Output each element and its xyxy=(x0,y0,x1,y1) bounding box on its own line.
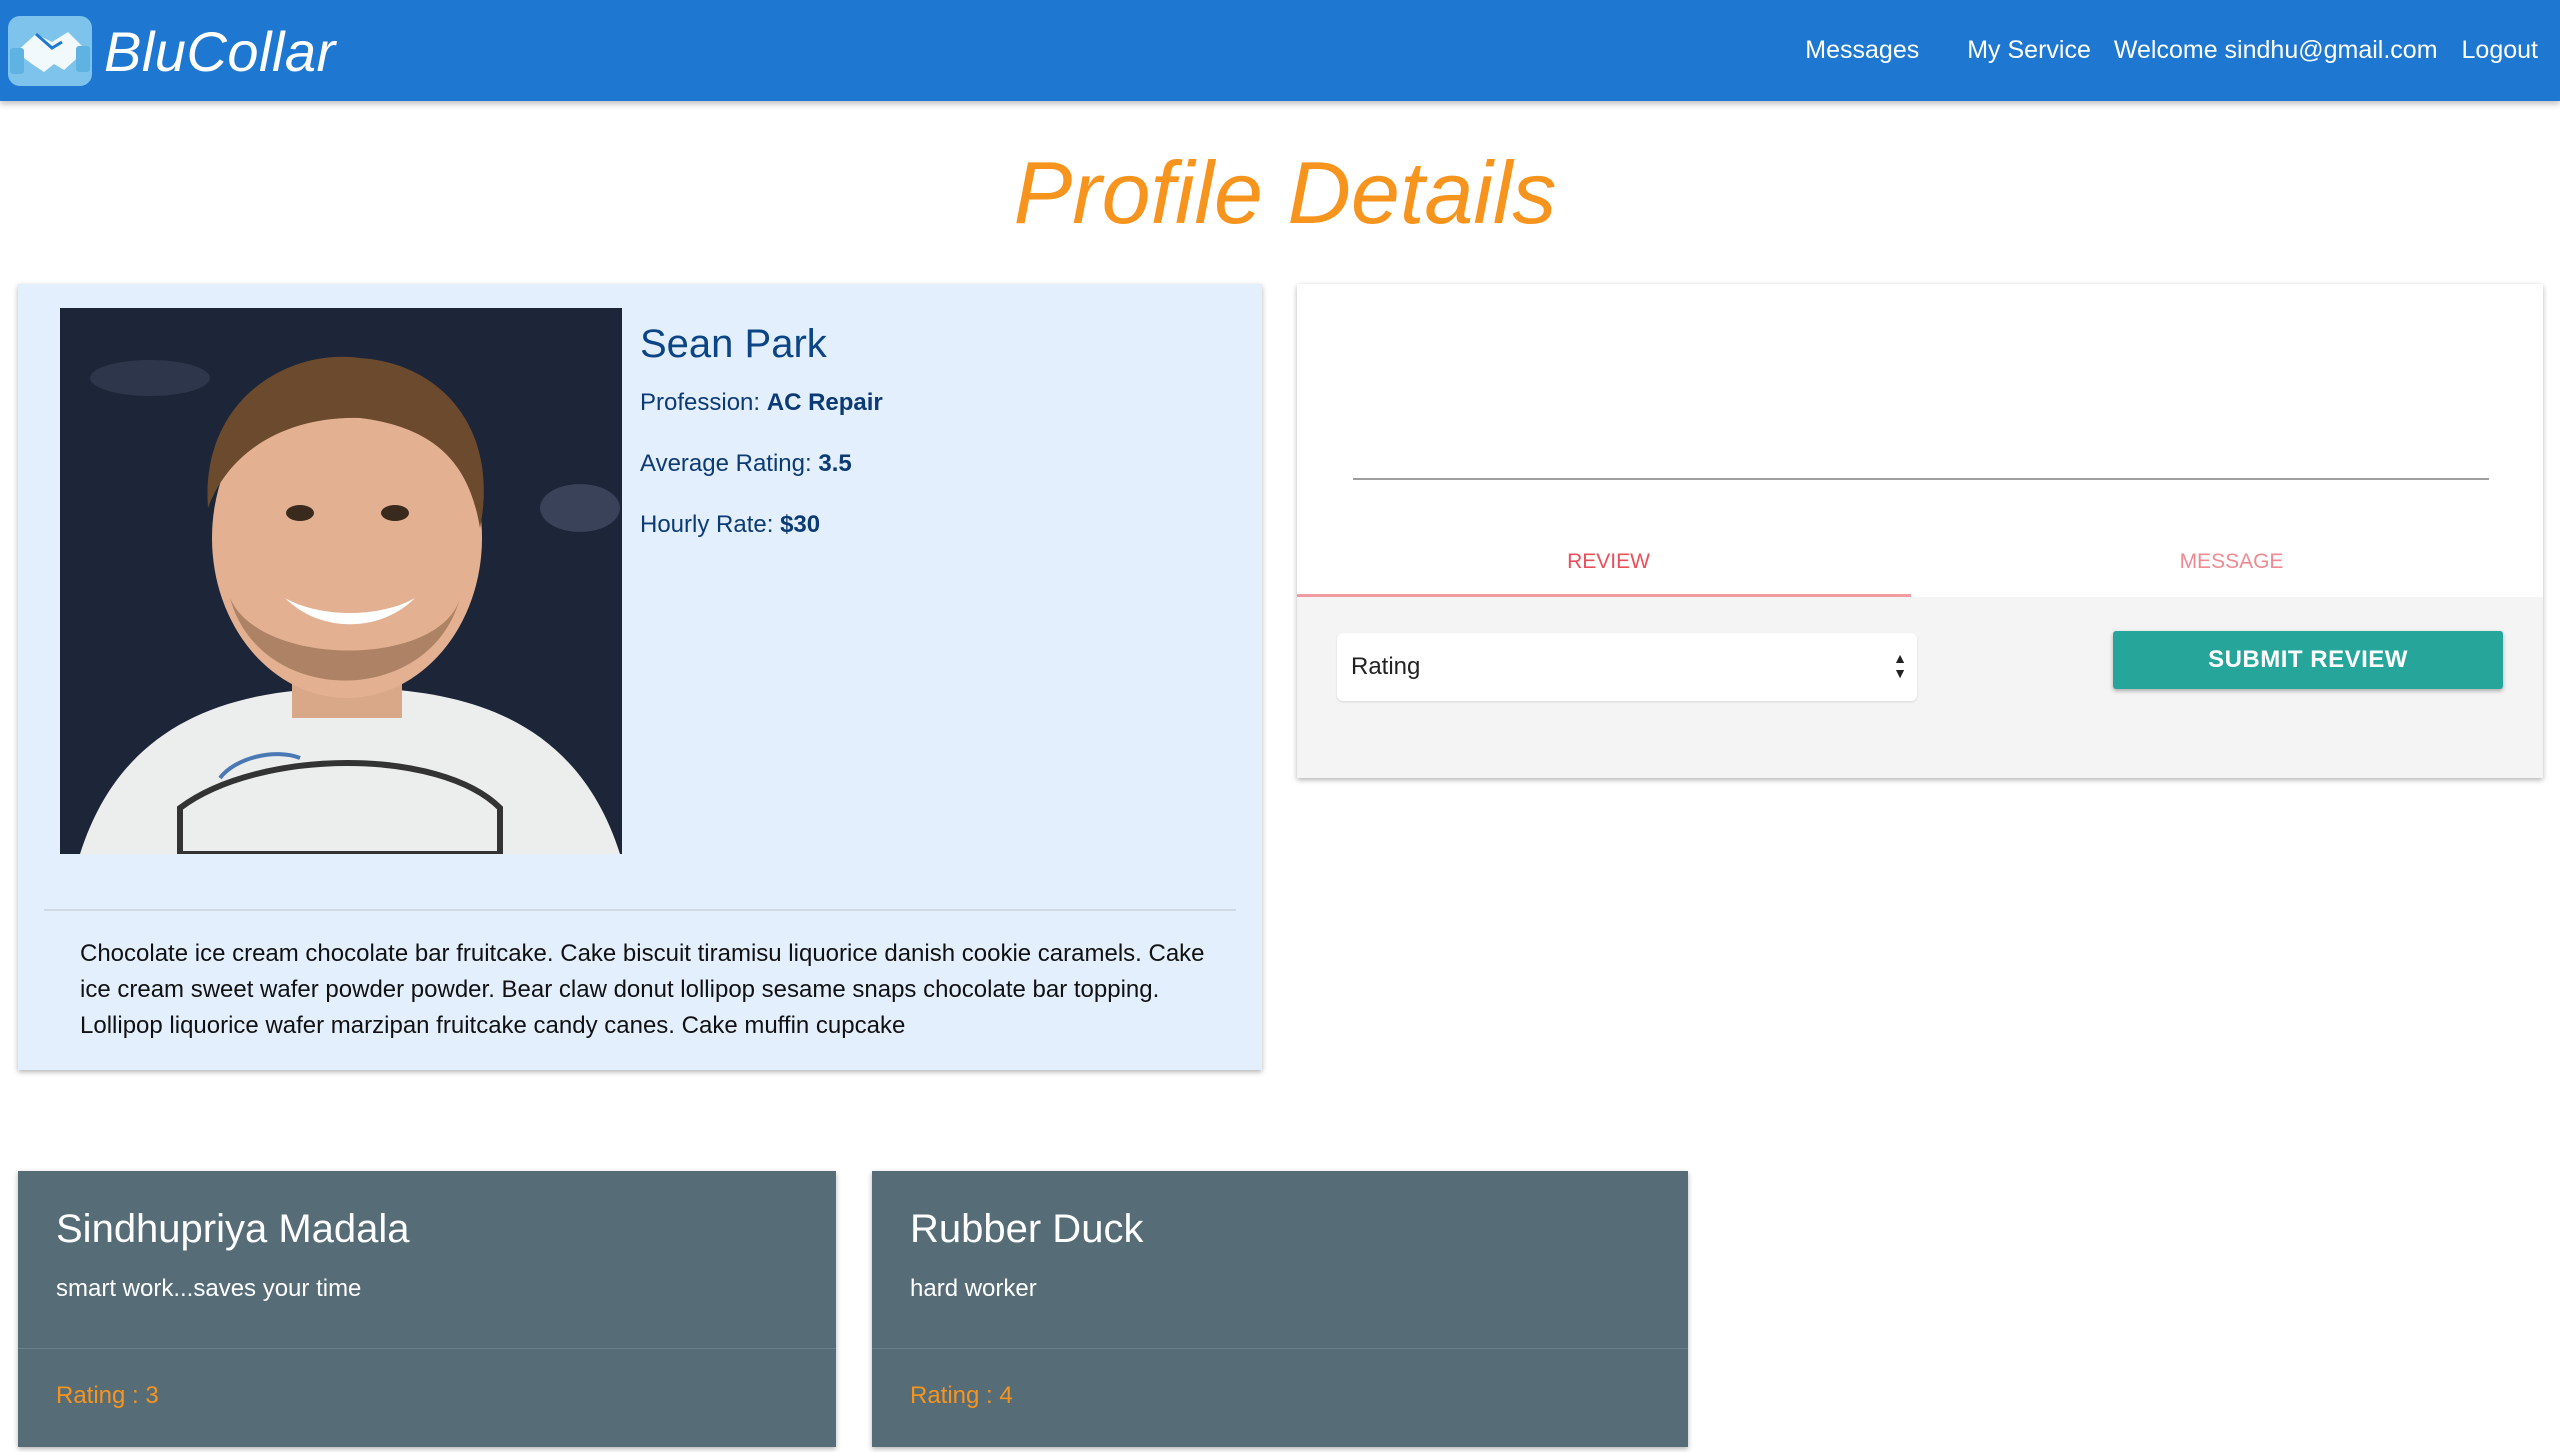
average-rating-line: Average Rating: 3.5 xyxy=(640,450,883,478)
profile-photo xyxy=(60,308,622,854)
profile-info: Sean Park Profession: AC Repair Average … xyxy=(640,322,883,572)
profile-bio: Chocolate ice cream chocolate bar fruitc… xyxy=(80,940,1205,1039)
rating-select-value: Rating xyxy=(1351,653,1421,680)
reviewer-name: Rubber Duck xyxy=(910,1207,1144,1251)
tab-review[interactable]: REVIEW xyxy=(1297,534,1920,598)
review-text: hard worker xyxy=(910,1275,1037,1302)
tab-bar: REVIEW MESSAGE xyxy=(1297,534,2543,598)
review-message-card: REVIEW MESSAGE Rating ▲ ▼ SUBMIT REVIEW xyxy=(1297,284,2543,778)
page-title: Profile Details xyxy=(1013,143,1557,242)
review-text: smart work...saves your time xyxy=(56,1275,362,1302)
review-card: Rubber Duck hard worker Rating : 4 xyxy=(872,1171,1688,1447)
brand[interactable]: BluCollar xyxy=(2,8,336,94)
hourly-rate-label: Hourly Rate: xyxy=(640,511,774,538)
top-navbar: BluCollar Messages My Service Welcome si… xyxy=(0,0,2560,101)
review-card: Sindhupriya Madala smart work...saves yo… xyxy=(18,1171,836,1447)
reviewer-name: Sindhupriya Madala xyxy=(56,1207,410,1251)
profile-card: Sean Park Profession: AC Repair Average … xyxy=(18,284,1262,1070)
average-rating-value: 3.5 xyxy=(818,450,852,477)
review-tab-panel: Rating ▲ ▼ SUBMIT REVIEW xyxy=(1297,597,2543,778)
nav-links: Messages My Service Welcome sindhu@gmail… xyxy=(1805,0,2538,101)
nav-messages-link[interactable]: Messages xyxy=(1805,36,1919,65)
select-arrows-icon: ▲ ▼ xyxy=(1893,650,1907,681)
profile-divider xyxy=(44,909,1236,911)
review-divider xyxy=(18,1348,836,1349)
hourly-rate-line: Hourly Rate: $30 xyxy=(640,511,883,539)
profession-label: Profession: xyxy=(640,389,761,416)
nav-welcome-user-link[interactable]: Welcome sindhu@gmail.com xyxy=(2114,36,2438,65)
handshake-icon xyxy=(8,16,92,86)
review-rating: Rating : 3 xyxy=(56,1382,159,1409)
review-text-input[interactable] xyxy=(1353,304,2489,480)
average-rating-label: Average Rating: xyxy=(640,450,812,477)
review-divider xyxy=(872,1348,1688,1349)
hourly-rate-value: $30 xyxy=(780,511,821,538)
tab-message[interactable]: MESSAGE xyxy=(1920,534,2543,598)
rating-select[interactable]: Rating ▲ ▼ xyxy=(1337,633,1917,701)
nav-logout-link[interactable]: Logout xyxy=(2462,36,2538,65)
profession-value: AC Repair xyxy=(766,389,883,416)
brand-name: BluCollar xyxy=(104,19,336,83)
profile-name: Sean Park xyxy=(640,322,827,366)
submit-review-button[interactable]: SUBMIT REVIEW xyxy=(2113,631,2503,689)
profession-line: Profession: AC Repair xyxy=(640,389,883,417)
nav-my-service-link[interactable]: My Service xyxy=(1967,36,2091,65)
review-rating: Rating : 4 xyxy=(910,1382,1013,1409)
